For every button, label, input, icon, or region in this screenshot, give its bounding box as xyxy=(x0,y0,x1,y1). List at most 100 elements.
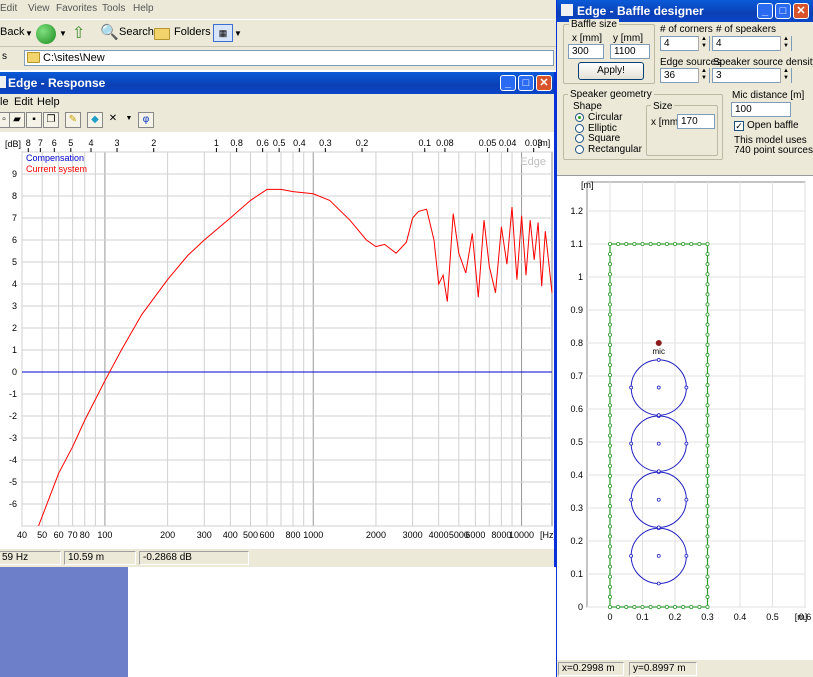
back-button[interactable]: Back xyxy=(0,26,24,38)
measure-icon[interactable]: ◆ xyxy=(87,112,103,128)
maximize-button[interactable]: □ xyxy=(518,75,534,91)
edge-source xyxy=(608,242,613,247)
views-dropdown-icon[interactable]: ▼ xyxy=(234,29,242,38)
minimize-button[interactable]: _ xyxy=(500,75,516,91)
views-icon[interactable]: ▦ xyxy=(213,24,233,42)
forward-dropdown-icon[interactable]: ▼ xyxy=(59,29,67,38)
baffle-plot-svg: 1.2 1.1 1 0.9 0.8 0.7 0.6 0.5 0.4 0.3 0.2 0.1 0 0 0.1 0… xyxy=(570,180,811,622)
edge-source xyxy=(608,473,613,478)
x-tick-label: 80 xyxy=(80,530,90,540)
y-tick-label: 2 xyxy=(12,323,17,333)
baffle-x-input[interactable]: 300 xyxy=(568,44,604,59)
top-tick-label: 0.05 xyxy=(479,138,497,148)
y-tick-label: 0.3 xyxy=(570,503,583,513)
baffle-y-input[interactable]: 1100 xyxy=(610,44,650,59)
menu-help[interactable]: Help xyxy=(133,3,154,14)
back-dropdown-icon[interactable]: ▼ xyxy=(25,29,33,38)
address-input[interactable]: C:\sites\New xyxy=(24,50,554,66)
edge-source xyxy=(608,413,613,418)
y-tick-label: 0.4 xyxy=(570,470,583,480)
density-spin-icon[interactable]: ▲ ▼ xyxy=(780,68,791,83)
search-button[interactable]: Search xyxy=(119,26,154,38)
open-baffle-checkbox[interactable]: ✓ xyxy=(734,121,744,131)
folders-icon[interactable] xyxy=(154,28,170,40)
edge-source xyxy=(624,604,629,609)
mic-distance-input[interactable]: 100 xyxy=(731,102,791,117)
response-window: Edge - Response _ □ ✕ le Edit Help ▫ ▰ ▪… xyxy=(0,72,556,567)
explorer-window: Edit View Favorites Tools Help Back ▼ ▼ … xyxy=(0,0,556,70)
minimize-button[interactable]: _ xyxy=(757,3,773,19)
edge-sources-spin-icon[interactable]: ▲ ▼ xyxy=(698,68,709,83)
x-tick-label: 1000 xyxy=(303,530,323,540)
phase-button[interactable]: φ xyxy=(138,112,154,128)
edge-source xyxy=(656,604,661,609)
close-button[interactable]: ✕ xyxy=(793,3,809,19)
copy-icon[interactable]: ❐ xyxy=(43,112,59,128)
shape-label: Shape xyxy=(573,101,602,112)
x-tick-label: 0 xyxy=(607,612,612,622)
shape-square-radio[interactable] xyxy=(575,134,584,143)
response-titlebar[interactable]: Edge - Response _ □ ✕ xyxy=(0,72,554,94)
draw-icon[interactable]: ✎ xyxy=(65,112,81,128)
status-level: -0.2868 dB xyxy=(139,551,249,565)
delete-dropdown-icon[interactable]: ▼ xyxy=(121,112,137,128)
x-tick-label: 0.1 xyxy=(636,612,649,622)
menu-view[interactable]: View xyxy=(28,3,50,14)
apply-button[interactable]: Apply! xyxy=(578,62,644,80)
edge-source xyxy=(705,574,710,579)
save-icon[interactable]: ▪ xyxy=(26,112,42,128)
edge-source xyxy=(705,393,710,398)
y-tick-label: 0.2 xyxy=(570,536,583,546)
plot-frame xyxy=(21,151,553,527)
x-tick-label: 500 xyxy=(243,530,258,540)
shape-circular-radio[interactable] xyxy=(575,113,584,122)
top-tick-label: 7 xyxy=(38,138,43,148)
maximize-button[interactable]: □ xyxy=(775,3,791,19)
x-axis-label: [Hz] xyxy=(540,530,554,540)
speaker-geometry-label: Speaker geometry xyxy=(568,89,654,100)
edge-source xyxy=(673,242,678,247)
response-menubar: le Edit Help xyxy=(0,94,554,111)
speakers-spin-icon[interactable]: ▲ ▼ xyxy=(780,36,791,51)
corners-spin-icon[interactable]: ▲ ▼ xyxy=(698,36,709,51)
open-icon[interactable]: ▰ xyxy=(9,112,25,128)
response-chart[interactable]: 9 8 7 6 5 4 3 2 1 0 -1 -2 -3 -4 -5 -6 [dB] 40 50 60 70 80 100 2… xyxy=(0,132,556,549)
speaker-source xyxy=(629,553,634,558)
edge-source xyxy=(608,403,613,408)
close-button[interactable]: ✕ xyxy=(536,75,552,91)
menu-edit[interactable]: Edit xyxy=(14,96,33,108)
speaker-source xyxy=(629,385,634,390)
status-y: y=0.8997 m xyxy=(629,662,697,676)
y-tick-label: 1.1 xyxy=(570,239,583,249)
edge-source xyxy=(705,473,710,478)
menu-tools[interactable]: Tools xyxy=(102,3,125,14)
forward-icon[interactable] xyxy=(36,24,56,44)
shape-rectangular-radio[interactable] xyxy=(575,145,584,154)
search-icon[interactable]: 🔍 xyxy=(100,23,119,41)
speaker-source xyxy=(629,441,634,446)
menu-edit[interactable]: Edit xyxy=(0,3,17,14)
menu-file[interactable]: le xyxy=(0,96,9,108)
edge-source xyxy=(705,383,710,388)
menu-help[interactable]: Help xyxy=(37,96,60,108)
delete-icon[interactable]: ✕ xyxy=(105,112,121,128)
y-tick-label: 0 xyxy=(12,367,17,377)
y-tick-label: 1.2 xyxy=(570,206,583,216)
y-tick-label: 6 xyxy=(12,235,17,245)
speaker-source xyxy=(684,441,689,446)
x-tick-label: 600 xyxy=(259,530,274,540)
response-title: Edge - Response xyxy=(8,76,106,90)
menu-favorites[interactable]: Favorites xyxy=(56,3,97,14)
y-tick-label: 8 xyxy=(12,191,17,201)
up-folder-icon[interactable]: ⇧ xyxy=(72,23,85,43)
edge-source xyxy=(705,252,710,257)
desktop-background xyxy=(0,567,128,677)
shape-elliptic-radio[interactable] xyxy=(575,124,584,133)
address-bar: s C:\sites\New xyxy=(0,48,556,68)
edge-source xyxy=(705,584,710,589)
y-tick-label: 0 xyxy=(578,602,583,612)
edge-source xyxy=(705,514,710,519)
size-input[interactable]: 170 xyxy=(677,114,715,129)
folders-button[interactable]: Folders xyxy=(174,26,211,38)
baffle-plot[interactable]: 1.2 1.1 1 0.9 0.8 0.7 0.6 0.5 0.4 0.3 0.2 0.1 0 0 0.1 0… xyxy=(557,175,813,660)
